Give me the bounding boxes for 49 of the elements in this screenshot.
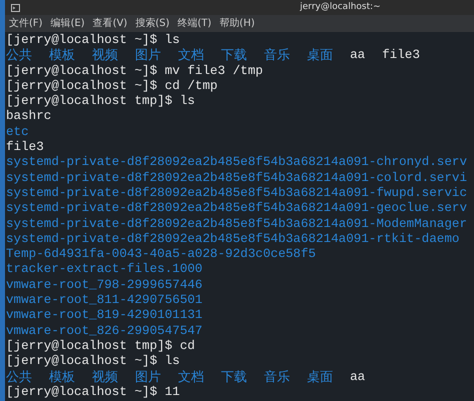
directory-entry: 模板	[49, 370, 75, 385]
directory-entry: systemd-private-d8f28092ea2b485e8f54b3a68214a091-geoclue.serv	[6, 201, 468, 217]
directory-entry: systemd-private-d8f28092ea2b485e8f54b3a68214a091-colord.servi	[6, 170, 468, 186]
file-entry: aa	[350, 370, 366, 385]
directory-entry: vmware-root_826-2990547547	[6, 324, 202, 339]
prompt-line: [jerry@localhost ~]$ 11	[6, 384, 180, 400]
directory-entry: 文档	[178, 48, 204, 64]
directory-entry: systemd-private-d8f28092ea2b485e8f54b3a68214a091-ModemManager	[6, 216, 468, 232]
directory-entry: 视频	[92, 370, 118, 385]
directory-entry: 视频	[92, 48, 118, 64]
directory-entry: 音乐	[264, 370, 290, 385]
directory-entry: systemd-private-d8f28092ea2b485e8f54b3a68214a091-fwupd.servic	[6, 186, 468, 202]
directory-entry: vmware-root_798-2999657446	[6, 278, 202, 294]
menu-item[interactable]: 编辑(E)	[50, 16, 85, 31]
directory-entry: systemd-private-d8f28092ea2b485e8f54b3a68214a091-rtkit-daemo	[6, 232, 460, 248]
directory-entry: 图片	[135, 370, 161, 385]
window-title: jerry@localhost:~	[300, 0, 381, 14]
directory-entry: vmware-root_811-4290756501	[6, 293, 202, 308]
menu-item[interactable]: 帮助(H)	[219, 16, 255, 31]
menu-item[interactable]: 终端(T)	[178, 16, 212, 31]
directory-entry: 图片	[135, 48, 161, 64]
menu-item[interactable]: 查看(V)	[92, 16, 128, 31]
directory-entry: 下载	[221, 48, 247, 64]
directory-entry: 公共	[6, 370, 32, 385]
directory-entry: 音乐	[264, 48, 290, 64]
menu-item[interactable]: 文件(F)	[9, 16, 43, 31]
directory-entry: 下载	[221, 370, 247, 385]
file-entry: aa	[350, 48, 366, 64]
directory-entry: 文档	[178, 370, 204, 385]
prompt-line: [jerry@localhost ~]$ cd /tmp	[6, 78, 218, 94]
prompt-line: [jerry@localhost ~]$ ls	[6, 354, 180, 370]
file-entry: file3	[382, 48, 420, 64]
prompt-line: [jerry@localhost ~]$ mv file3 /tmp	[6, 64, 263, 79]
directory-entry: etc	[6, 124, 29, 140]
directory-entry: 模板	[49, 48, 75, 64]
menu-item[interactable]: 搜索(S)	[135, 16, 170, 31]
terminal-icon	[11, 4, 20, 12]
prompt-line: [jerry@localhost tmp]$ cd	[6, 338, 195, 354]
directory-entry: 桌面	[307, 370, 333, 385]
directory-entry: 公共	[6, 48, 32, 64]
directory-entry: vmware-root_819-4290101131	[6, 308, 202, 324]
directory-entry: 桌面	[307, 48, 333, 64]
prompt-line: [jerry@localhost ~]$ ls	[6, 33, 180, 48]
directory-entry: tracker-extract-files.1000	[6, 262, 202, 278]
directory-entry: systemd-private-d8f28092ea2b485e8f54b3a68214a091-chronyd.serv	[6, 155, 468, 171]
prompt-line: [jerry@localhost tmp]$ ls	[6, 94, 195, 110]
file-entry: bashrc	[6, 109, 52, 125]
file-entry: file3	[6, 140, 44, 156]
directory-entry: Temp-6d4931fa-0043-40a5-a028-92d3c0ce58f5	[6, 247, 316, 262]
